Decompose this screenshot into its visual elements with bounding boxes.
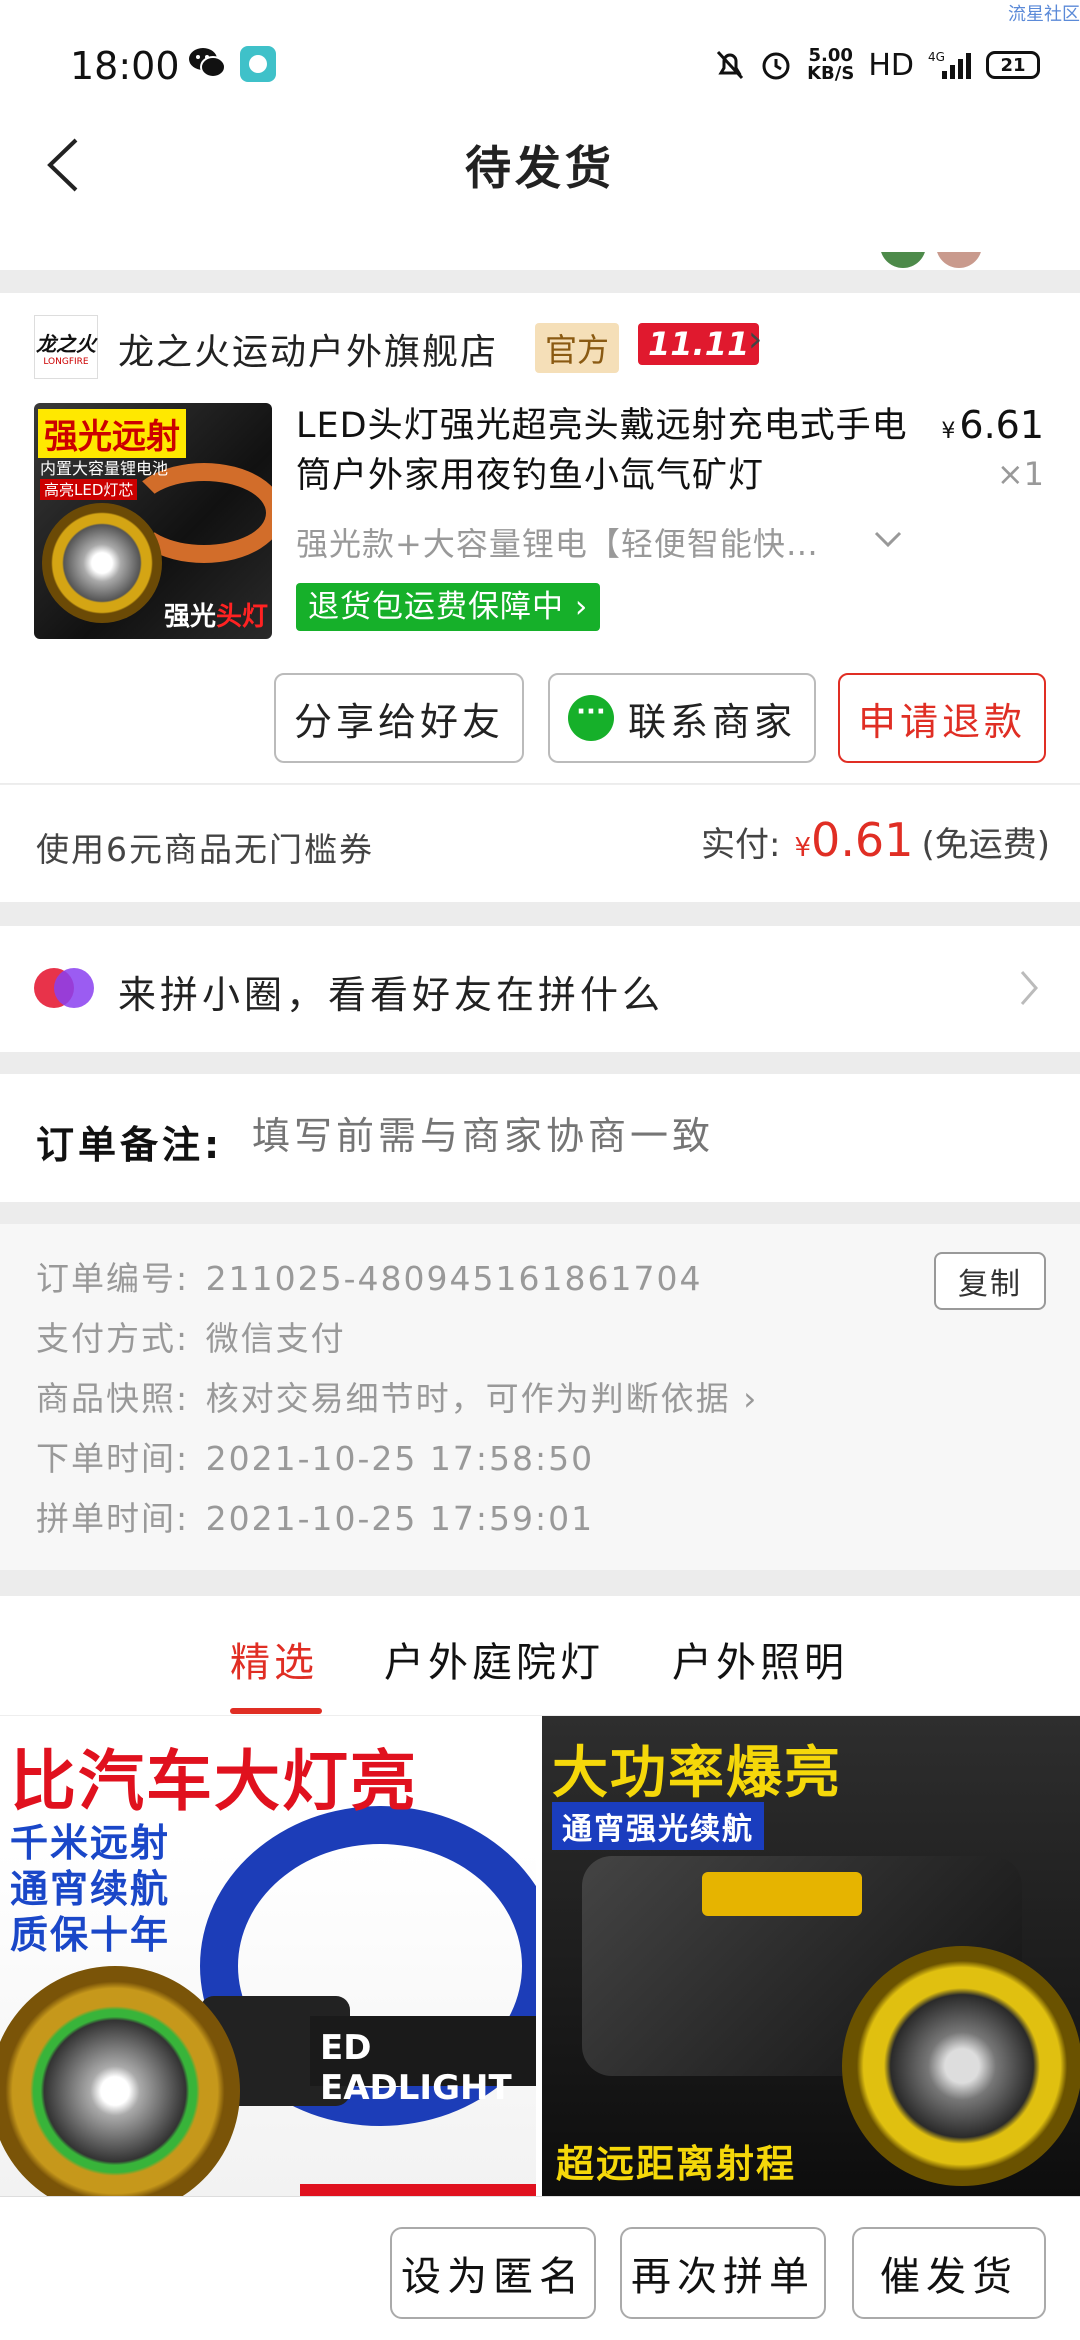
share-button[interactable]: 分享给好友 [274, 673, 524, 763]
paid-amount: 0.61 [811, 813, 914, 867]
product-price: ¥6.61 [941, 403, 1044, 447]
coupon-text: 使用6元商品无门槛券 [36, 830, 374, 869]
svg-text:4G: 4G [928, 50, 945, 64]
bottom-action-bar: 设为匿名 再次拼单 催发货 [0, 2196, 1080, 2340]
chat-bubble-icon [567, 695, 614, 741]
reorder-button[interactable]: 再次拼单 [620, 2227, 826, 2319]
order-detail-page: { "status_bar": { "time": "18:00", "net_… [0, 0, 1080, 2340]
pin-circle-entry[interactable]: 来拼小圈，看看好友在拼什么 [0, 926, 1080, 1052]
tab-outdoor-lighting[interactable]: 户外照明 [672, 1630, 848, 1688]
product-spec[interactable]: 强光款+大容量锂电【轻便智能快… [296, 519, 906, 565]
product-quantity: ×1 [996, 455, 1044, 493]
snapshot-row[interactable]: 商品快照: 核对交易细节时，可作为判断依据 › [36, 1372, 758, 1420]
order-time-row: 下单时间: 2021-10-25 17:58:50 [36, 1439, 595, 1478]
payment-summary: 使用6元商品无门槛券 实付: ¥ 0.61 (免运费) [0, 784, 1080, 902]
remark-label: 订单备注: [36, 1123, 224, 1167]
pin-circle-text: 来拼小圈，看看好友在拼什么 [118, 973, 665, 1017]
shop-name[interactable]: 龙之火运动户外旗舰店 [118, 323, 498, 375]
header-peek-avatars [880, 252, 1000, 270]
tab-garden-light[interactable]: 户外庭院灯 [384, 1630, 604, 1688]
net-speed: 5.00 KB/S [807, 45, 855, 84]
return-shipping-badge[interactable]: 退货包运费保障中 › [296, 583, 601, 631]
pin-circle-icon [34, 968, 94, 1008]
official-badge: 官方 [535, 323, 620, 373]
refund-button[interactable]: 申请退款 [838, 673, 1046, 763]
alarm-icon [762, 52, 790, 80]
order-product-card: 龙之火 LONGFIRE 龙之火运动户外旗舰店 官方 11.11 › 强光远射 … [0, 293, 1080, 783]
double-eleven-badge: 11.11 [638, 323, 760, 365]
page-title: 待发货 [465, 141, 615, 195]
set-anonymous-button[interactable]: 设为匿名 [390, 2227, 596, 2319]
remark-input[interactable] [252, 1114, 1012, 1158]
recommend-item[interactable]: 大功率爆亮 通宵强光续航 超远距离射程 [542, 1716, 1080, 2196]
chevron-right-icon [1020, 971, 1038, 1005]
watermark: 流星社区 [1008, 4, 1080, 25]
tab-featured[interactable]: 精选 [230, 1630, 318, 1688]
status-bar: 流星社区 18:00 5.00 KB/S HD 4G 21 [0, 0, 1080, 130]
order-remark: 订单备注: [0, 1074, 1080, 1202]
mute-bell-icon [717, 50, 744, 80]
paid-total: 实付: ¥ 0.61 (免运费) [701, 813, 1050, 867]
group-time-row: 拼单时间: 2021-10-25 17:59:01 [36, 1499, 595, 1538]
recommend-item[interactable]: ED EADLIGHT 比汽车大灯亮 千米远射 通宵续航 质保十年 [0, 1716, 536, 2196]
chevron-right-icon[interactable]: › [748, 319, 762, 360]
urge-shipping-button[interactable]: 催发货 [852, 2227, 1046, 2319]
battery-icon: 21 [986, 51, 1040, 79]
recommendation-grid: ED EADLIGHT 比汽车大灯亮 千米远射 通宵续航 质保十年 大功率爆亮 … [0, 1716, 1080, 2196]
status-indicators: 5.00 KB/S HD 4G 21 [715, 40, 1040, 90]
chevron-down-icon[interactable] [870, 521, 906, 557]
order-number-row: 订单编号: 211025-480945161861704 [36, 1259, 703, 1298]
payment-method-row: 支付方式: 微信支付 [36, 1319, 346, 1358]
active-tab-indicator [230, 1708, 322, 1714]
contact-seller-button[interactable]: 联系商家 [548, 673, 816, 763]
wechat-icon [189, 48, 226, 78]
product-image[interactable]: 强光远射 内置大容量锂电池 高亮LED灯芯 强光头灯 [34, 403, 272, 639]
copy-button[interactable]: 复制 [934, 1252, 1046, 1310]
shop-logo[interactable]: 龙之火 LONGFIRE [34, 315, 98, 379]
order-info: 订单编号: 211025-480945161861704 复制 支付方式: 微信… [0, 1224, 1080, 1570]
signal-icon: 4G [928, 50, 971, 79]
nav-header: 待发货 [0, 130, 1080, 270]
hd-indicator: HD [868, 47, 914, 83]
app-notification-icon [240, 46, 276, 82]
product-title[interactable]: LED头灯强光超亮头戴远射充电式手电筒户外家用夜钓鱼小氙气矿灯 [296, 401, 916, 501]
recommend-tabs: 精选 户外庭院灯 户外照明 [0, 1596, 1080, 1716]
status-time: 18:00 [70, 44, 180, 88]
